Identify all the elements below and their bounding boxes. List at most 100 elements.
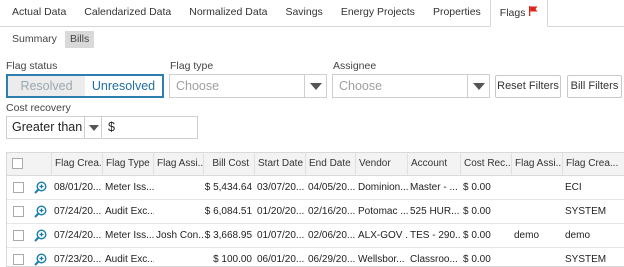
- table-cell: 03/07/20...: [257, 182, 305, 193]
- table-cell: Meter Iss...: [105, 182, 154, 193]
- table-cell: 07/24/20...: [54, 206, 102, 217]
- table-cell: $ 0.00: [463, 230, 491, 241]
- table-cell: $ 5,434.64: [204, 182, 252, 193]
- table-cell: [153, 248, 204, 266]
- row-checkbox[interactable]: [13, 254, 24, 265]
- tab-flags[interactable]: Flags: [489, 0, 549, 27]
- table-cell: Audit Exc...: [105, 206, 154, 217]
- column-header[interactable]: Flag Crea...: [51, 153, 103, 175]
- unresolved-option[interactable]: Unresolved: [85, 76, 162, 96]
- column-header[interactable]: Bill Cost: [203, 153, 255, 175]
- table-cell: Dominion...: [358, 182, 408, 193]
- grid-header: Flag Crea... Flag Type Flag Assi... Bill…: [7, 153, 624, 176]
- resolved-option[interactable]: Resolved: [8, 76, 85, 96]
- main-tabs: Actual Data Calendarized Data Normalized…: [0, 0, 624, 27]
- table-cell: 04/05/20...: [308, 182, 356, 193]
- table-row[interactable]: 07/24/20... Audit Exc... $ 6,084.51 01/20/2…: [7, 200, 624, 224]
- table-cell: $ 100.00: [213, 254, 252, 265]
- table-cell: ALX-GOV ...: [358, 230, 408, 241]
- flag-type-label: Flag type: [170, 60, 214, 72]
- reset-filters-button[interactable]: Reset Filters: [495, 75, 561, 98]
- table-cell: SYSTEM: [565, 206, 607, 217]
- cost-recovery-operator-select[interactable]: Greater than: [6, 116, 102, 139]
- tab-properties[interactable]: Properties: [424, 0, 490, 26]
- zoom-in-icon[interactable]: [34, 181, 47, 194]
- table-cell: Audit Exc...: [105, 254, 154, 265]
- table-cell: 07/24/20...: [54, 230, 102, 241]
- flag-status-label: Flag status: [6, 60, 58, 72]
- row-checkbox[interactable]: [13, 230, 24, 241]
- column-header[interactable]: Flag Assi...: [153, 153, 204, 175]
- table-cell: 01/20/20...: [257, 206, 305, 217]
- flag-status-toggle: Resolved Unresolved: [6, 74, 164, 98]
- tab-energy-projects[interactable]: Energy Projects: [332, 0, 424, 26]
- table-cell: [511, 248, 563, 266]
- column-header[interactable]: Vendor: [355, 153, 408, 175]
- table-cell: [511, 200, 563, 223]
- assignee-select[interactable]: Choose: [332, 74, 490, 98]
- cost-recovery-operator-value: Greater than: [12, 120, 83, 134]
- table-cell: 06/01/20...: [257, 254, 305, 265]
- table-cell: SYSTEM: [565, 254, 607, 265]
- tab-normalized-data[interactable]: Normalized Data: [180, 0, 276, 26]
- tab-savings[interactable]: Savings: [276, 0, 331, 26]
- table-cell: 02/16/20...: [308, 206, 356, 217]
- table-cell: demo: [514, 230, 540, 241]
- chevron-down-icon[interactable]: [467, 75, 489, 97]
- flags-bills-panel: Actual Data Calendarized Data Normalized…: [0, 0, 624, 267]
- table-cell: Classroo...: [410, 254, 458, 265]
- tab-calendarized-data[interactable]: Calendarized Data: [75, 0, 180, 26]
- chevron-down-icon[interactable]: [304, 75, 326, 97]
- column-header[interactable]: Flag Type: [102, 153, 154, 175]
- currency-symbol: $: [108, 120, 115, 134]
- bill-filters-button[interactable]: Bill Filters: [567, 75, 622, 98]
- table-cell: $ 0.00: [463, 206, 491, 217]
- table-cell: 525 HUR...: [410, 206, 460, 217]
- assignee-label: Assignee: [333, 60, 377, 72]
- table-cell: Potomac ...: [358, 206, 408, 217]
- zoom-in-icon[interactable]: [34, 229, 47, 242]
- table-row[interactable]: 07/24/20... Meter Iss... Josh Con... $ 3,66…: [7, 224, 624, 248]
- column-header[interactable]: Account: [407, 153, 461, 175]
- table-cell: [511, 176, 563, 199]
- table-cell: 01/07/20...: [257, 230, 305, 241]
- select-all-checkbox[interactable]: [12, 158, 23, 169]
- bills-grid: Flag Crea... Flag Type Flag Assi... Bill…: [6, 152, 624, 267]
- flag-type-placeholder: Choose: [176, 79, 220, 93]
- zoom-in-icon[interactable]: [34, 205, 47, 218]
- table-cell: 02/06/20...: [308, 230, 356, 241]
- red-flag-icon: [528, 6, 538, 19]
- table-cell: [153, 200, 204, 223]
- sub-tabs: Summary Bills: [7, 31, 95, 48]
- cost-recovery-label: Cost recovery: [6, 102, 71, 114]
- table-cell: Master - ...: [410, 182, 458, 193]
- table-cell: 07/23/20...: [54, 254, 102, 265]
- chevron-down-icon[interactable]: [84, 117, 102, 138]
- zoom-in-icon[interactable]: [34, 253, 47, 266]
- subtab-summary[interactable]: Summary: [7, 31, 62, 48]
- column-header[interactable]: Start Date: [254, 153, 306, 175]
- column-header[interactable]: Cost Rec...: [460, 153, 512, 175]
- tab-flags-label: Flags: [499, 7, 526, 19]
- table-cell: $ 3,668.95: [204, 230, 252, 241]
- assignee-placeholder: Choose: [339, 79, 383, 93]
- table-cell: $ 6,084.51: [204, 206, 252, 217]
- flag-type-select[interactable]: Choose: [169, 74, 327, 98]
- column-header[interactable]: End Date: [305, 153, 356, 175]
- subtab-bills[interactable]: Bills: [64, 31, 95, 48]
- table-row[interactable]: 07/23/20... Audit Exc... $ 100.00 06/01/20.…: [7, 248, 624, 266]
- table-cell: Meter Iss...: [105, 230, 154, 241]
- table-cell: $ 0.00: [463, 254, 491, 265]
- row-checkbox[interactable]: [13, 182, 24, 193]
- table-cell: Wellsbor...: [358, 254, 405, 265]
- column-header[interactable]: Flag Assi...: [511, 153, 563, 175]
- table-cell: Josh Con...: [156, 230, 204, 241]
- cost-recovery-amount-input[interactable]: $: [101, 116, 198, 139]
- table-row[interactable]: 08/01/20... Meter Iss... $ 5,434.64 03/07/2…: [7, 176, 624, 200]
- table-cell: ECI: [565, 182, 582, 193]
- table-cell: demo: [565, 230, 591, 241]
- row-checkbox[interactable]: [13, 206, 24, 217]
- column-header[interactable]: Flag Crea...: [562, 153, 624, 175]
- tab-actual-data[interactable]: Actual Data: [3, 0, 75, 26]
- table-cell: $ 0.00: [463, 182, 491, 193]
